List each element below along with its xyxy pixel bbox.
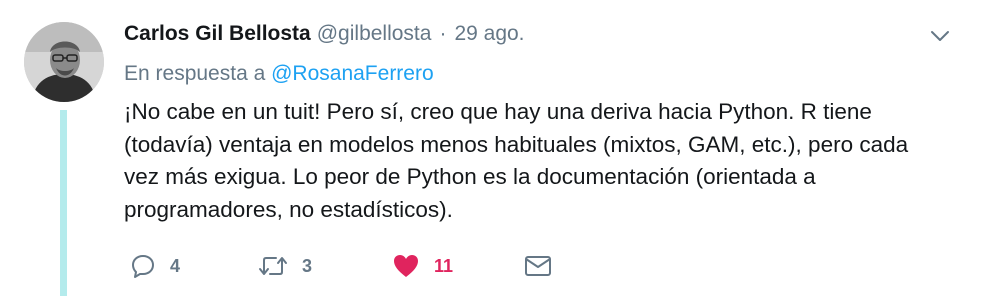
envelope-icon <box>524 254 552 278</box>
author-name[interactable]: Carlos Gil Bellosta <box>124 22 311 46</box>
tweet: Carlos Gil Bellosta @gilbellosta · 29 ag… <box>0 0 1000 296</box>
reply-count: 4 <box>170 255 181 276</box>
retweet-button[interactable]: 3 <box>258 252 312 280</box>
like-button[interactable]: 11 <box>392 252 453 280</box>
retweet-count: 3 <box>302 255 313 276</box>
tweet-timestamp[interactable]: 29 ago. <box>454 22 524 46</box>
avatar[interactable] <box>24 22 104 102</box>
like-count: 11 <box>434 255 454 276</box>
direct-message-button[interactable] <box>524 252 552 280</box>
tweet-actions: 4 3 11 <box>130 252 570 280</box>
author-handle[interactable]: @gilbellosta <box>317 22 432 46</box>
tweet-text: ¡No cabe en un tuit! Pero sí, creo que h… <box>124 99 909 222</box>
retweet-icon <box>258 253 288 279</box>
thread-line <box>60 110 67 296</box>
tweet-header: Carlos Gil Bellosta @gilbellosta · 29 ag… <box>124 22 525 50</box>
reply-mention-link[interactable]: @RosanaFerrero <box>271 62 434 85</box>
reply-icon <box>130 253 156 279</box>
avatar-photo <box>24 22 104 102</box>
reply-context: En respuesta a @RosanaFerrero <box>124 62 434 86</box>
chevron-down-icon[interactable] <box>928 26 952 46</box>
reply-prefix: En respuesta a <box>124 62 266 85</box>
heart-icon <box>392 253 420 279</box>
separator-dot: · <box>439 22 447 45</box>
reply-button[interactable]: 4 <box>130 252 180 280</box>
